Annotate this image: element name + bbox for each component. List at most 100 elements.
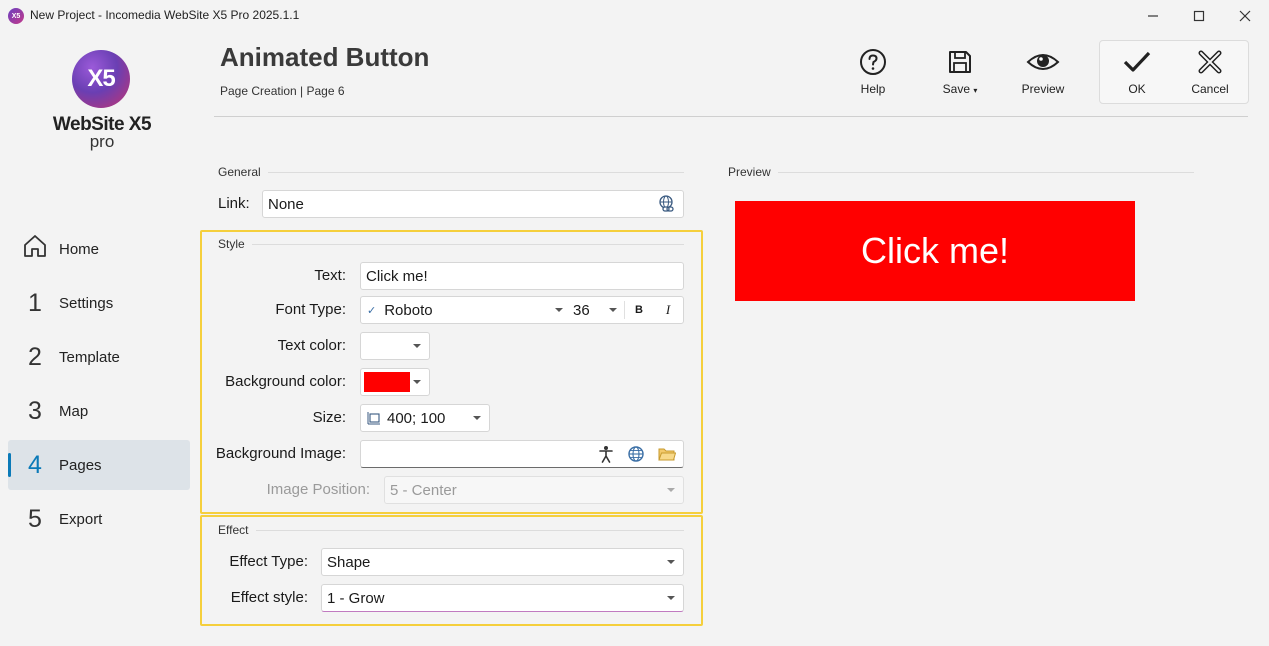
header-divider [214, 116, 1248, 117]
save-icon [946, 46, 974, 78]
chevron-down-icon [667, 560, 675, 564]
maximize-button[interactable] [1176, 0, 1222, 32]
chevron-down-icon [473, 416, 481, 420]
checkmark-icon [1122, 46, 1152, 78]
resize-icon [367, 412, 380, 425]
link-field[interactable]: None [262, 190, 684, 218]
section-divider [778, 172, 1194, 173]
folder-icon [658, 448, 676, 461]
sidebar-item-label: Settings [59, 294, 114, 312]
cancel-x-icon [1196, 46, 1224, 78]
help-button[interactable]: Help [853, 46, 893, 102]
ok-button[interactable]: OK [1121, 46, 1153, 102]
window-title: New Project - Incomedia WebSite X5 Pro 2… [30, 8, 300, 22]
preview-section-title: Preview [728, 165, 771, 179]
chevron-down-icon [667, 488, 675, 492]
section-divider [268, 172, 684, 173]
sidebar-item-number: 1 [28, 288, 42, 317]
size-label: Size: [312, 409, 346, 426]
eye-icon [1026, 46, 1060, 78]
chevron-down-icon [555, 308, 563, 312]
logo-edition: pro [89, 132, 115, 151]
font-family-value: Roboto [384, 301, 433, 319]
home-icon [20, 233, 50, 266]
effect-style-label: Effect style: [230, 589, 308, 606]
save-label: Save [942, 82, 970, 96]
text-color-swatch [364, 336, 410, 356]
link-picker-button[interactable] [653, 192, 681, 216]
text-color-picker[interactable] [360, 332, 430, 360]
app-logo: X5 WebSite X5 pro [52, 50, 152, 160]
sidebar-item-label: Pages [59, 456, 102, 474]
font-size-value: 36 [573, 301, 590, 319]
size-value: 400; 100 [387, 409, 446, 427]
accessibility-button[interactable] [594, 443, 618, 465]
preview-button[interactable]: Preview [1017, 46, 1069, 102]
chevron-down-icon: ▾ [973, 86, 978, 95]
background-color-swatch [364, 372, 410, 392]
logo-mark: X5 [72, 50, 130, 108]
chevron-down-icon [413, 344, 421, 348]
close-window-button[interactable] [1222, 0, 1268, 32]
sidebar-item-map[interactable]: 3 Map [8, 386, 190, 436]
bold-icon: B [635, 304, 643, 316]
title-bar: X5 New Project - Incomedia WebSite X5 Pr… [0, 0, 1269, 32]
image-position-select[interactable]: 5 - Center [384, 476, 684, 504]
text-value: Click me! [366, 267, 428, 285]
close-icon [1239, 10, 1251, 22]
section-divider [252, 244, 684, 245]
chevron-down-icon [667, 596, 675, 600]
text-field[interactable]: Click me! [360, 262, 684, 290]
general-section-title: General [218, 165, 261, 179]
size-select[interactable]: 400; 100 [360, 404, 490, 432]
effect-style-select[interactable]: 1 - Grow [321, 584, 684, 612]
cancel-button[interactable]: Cancel [1190, 46, 1230, 102]
help-label: Help [860, 82, 886, 96]
sidebar-item-number: 5 [28, 504, 42, 533]
sidebar-item-label: Home [59, 240, 100, 258]
background-image-label: Background Image: [215, 445, 346, 462]
effect-type-value: Shape [327, 553, 371, 571]
minimize-icon [1148, 15, 1158, 17]
sidebar-item-pages[interactable]: 4 Pages [8, 440, 190, 490]
effect-type-select[interactable]: Shape [321, 548, 684, 576]
sidebar-item-label: Template [59, 348, 120, 366]
sidebar-item-number: 3 [28, 396, 42, 425]
breadcrumb: Page Creation | Page 6 [220, 84, 345, 98]
effect-type-label: Effect Type: [229, 553, 308, 570]
animated-button-preview[interactable]: Click me! [735, 201, 1135, 301]
section-divider [256, 530, 684, 531]
save-button[interactable]: Save ▾ [938, 46, 982, 102]
sidebar-item-settings[interactable]: 1 Settings [8, 278, 190, 328]
cancel-label: Cancel [1191, 82, 1229, 96]
italic-button[interactable]: I [653, 297, 683, 323]
text-color-label: Text color: [277, 337, 346, 354]
sidebar-item-number: 4 [28, 450, 42, 479]
sidebar-item-export[interactable]: 5 Export [8, 494, 190, 544]
sidebar-item-label: Export [59, 510, 103, 528]
sidebar-item-label: Map [59, 402, 89, 420]
image-position-label: Image Position: [266, 481, 370, 498]
check-icon: ✓ [367, 304, 377, 317]
link-icon [659, 195, 674, 212]
text-label: Text: [314, 267, 346, 284]
chevron-down-icon [609, 308, 617, 312]
font-size-select[interactable]: 36 [571, 297, 623, 323]
style-section-title: Style [218, 237, 245, 251]
web-image-button[interactable] [624, 443, 648, 465]
maximize-icon [1193, 10, 1205, 22]
globe-icon [628, 446, 644, 462]
background-color-picker[interactable] [360, 368, 430, 396]
bold-button[interactable]: B [625, 297, 653, 323]
help-icon [859, 46, 887, 78]
effect-section-title: Effect [218, 523, 249, 537]
sidebar-item-template[interactable]: 2 Template [8, 332, 190, 382]
page-title: Animated Button [220, 42, 430, 72]
preview-label: Preview [1021, 82, 1065, 96]
browse-folder-button[interactable] [655, 443, 679, 465]
minimize-button[interactable] [1130, 0, 1176, 32]
font-family-select[interactable]: ✓ Roboto [361, 297, 571, 323]
app-icon: X5 [8, 8, 24, 24]
sidebar-item-home[interactable]: Home [8, 224, 190, 274]
font-type-label: Font Type: [275, 301, 346, 318]
